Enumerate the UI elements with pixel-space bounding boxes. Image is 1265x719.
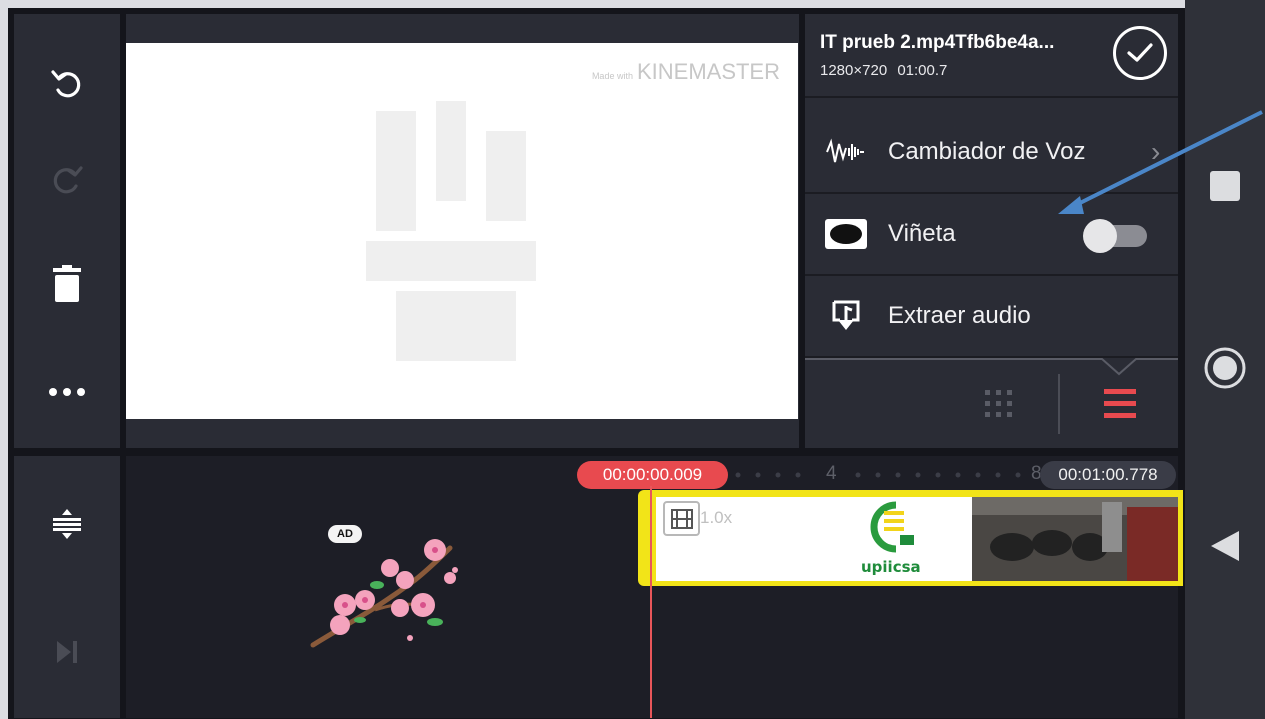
video-preview[interactable]: Made with KINEMASTER (126, 43, 798, 419)
back-button[interactable] (1185, 516, 1265, 576)
clip-logo-text: upiicsa (861, 558, 921, 576)
panel-bottom-bar (805, 358, 1178, 448)
toggle-knob (1083, 219, 1117, 253)
undo-icon (51, 70, 81, 98)
home-button[interactable] (1185, 338, 1265, 398)
menu-item-extract-audio[interactable]: Extraer audio (805, 276, 1178, 358)
film-icon (663, 501, 700, 536)
vignette-toggle[interactable] (1083, 219, 1147, 253)
vignette-icon (823, 214, 869, 254)
chevron-right-icon: › (1151, 136, 1161, 167)
undo-button[interactable] (14, 54, 120, 114)
clip-speed: 1.0x (700, 508, 733, 527)
clip-name: IT prueb 2.mp4Tfb6be4a... (820, 32, 1055, 53)
home-circle-icon (1204, 347, 1246, 389)
left-toolbar (14, 14, 120, 448)
engine-thumbnail-image (972, 497, 1178, 581)
divider (1058, 374, 1060, 434)
list-view-button[interactable] (1095, 384, 1145, 424)
split-icon (53, 509, 81, 539)
watermark-small-text: Made with (591, 71, 633, 81)
clip-duration: 01:00.7 (897, 62, 948, 79)
recents-button[interactable] (1185, 156, 1265, 216)
more-icon (49, 388, 85, 396)
skip-end-icon (57, 641, 77, 663)
check-icon (1127, 43, 1153, 62)
clip-info: 1280×720 01:00.7 (820, 62, 947, 79)
more-button[interactable] (14, 362, 120, 422)
grid-view-button[interactable] (977, 384, 1021, 424)
left-toolbar-bottom (14, 456, 120, 718)
ruler-label: 4 (826, 463, 837, 484)
watermark: Made with KINEMASTER (592, 59, 780, 85)
skip-end-button[interactable] (14, 622, 120, 682)
recents-square-icon (1210, 171, 1240, 201)
menu-item-label: Cambiador de Voz (888, 138, 1086, 165)
confirm-button[interactable] (1113, 26, 1167, 80)
faded-logo-image (366, 101, 536, 361)
current-time-badge: 00:00:00.009 (577, 461, 728, 489)
system-nav-bar (1185, 0, 1265, 719)
delete-button[interactable] (14, 254, 120, 314)
delete-icon (53, 265, 81, 302)
back-triangle-icon (1211, 531, 1239, 561)
clip-resolution: 1280×720 (820, 62, 888, 79)
redo-button[interactable] (14, 150, 120, 210)
hamburger-icon (1104, 389, 1136, 418)
panel-header: IT prueb 2.mp4Tfb6be4a... 1280×720 01:00… (805, 14, 1178, 98)
split-button[interactable] (14, 494, 120, 554)
cherry-blossom-ad-image[interactable] (305, 530, 465, 650)
voice-waveform-icon (823, 132, 869, 172)
clip-options-panel: IT prueb 2.mp4Tfb6be4a... 1280×720 01:00… (805, 14, 1178, 448)
menu-item-voice-changer[interactable]: Cambiador de Voz › (805, 112, 1178, 194)
menu-item-vignette[interactable]: Viñeta (805, 194, 1178, 276)
end-time-badge: 00:01:00.778 (1040, 461, 1176, 489)
upiicsa-logo-image (870, 501, 914, 553)
redo-icon (53, 166, 83, 194)
tab-indicator (805, 358, 1178, 376)
ruler-ticks (735, 472, 1021, 478)
grid-dots-icon (985, 390, 1012, 417)
extract-audio-icon (823, 296, 869, 336)
watermark-brand: KINEMASTER (636, 59, 780, 84)
menu-item-label: Extraer audio (888, 302, 1031, 329)
menu-item-label: Viñeta (888, 220, 956, 247)
playhead[interactable] (650, 486, 652, 718)
